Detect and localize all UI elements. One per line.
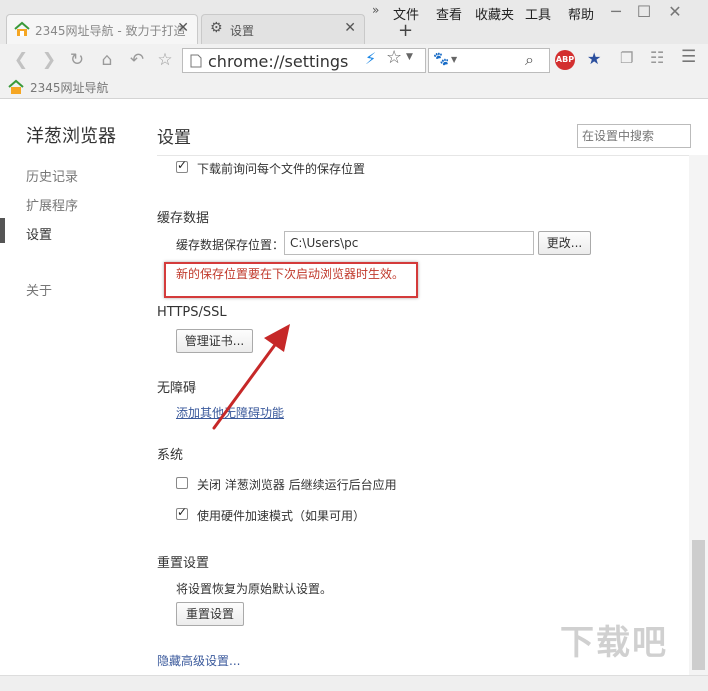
url-text: chrome://settings: [208, 52, 349, 71]
dropdown-arrow-icon[interactable]: ▼: [406, 52, 413, 62]
menu-tools[interactable]: 工具: [525, 4, 551, 23]
sidebar-item-history[interactable]: 历史记录: [26, 166, 78, 185]
vertical-scroll-thumb[interactable]: [692, 540, 705, 670]
sidebar-item-extensions[interactable]: 扩展程序: [26, 195, 78, 214]
menu-favorites[interactable]: 收藏夹: [475, 4, 514, 23]
hardware-accel-checkbox[interactable]: [176, 505, 188, 520]
page-title: 设置: [157, 128, 191, 148]
tab-label: 设置: [230, 24, 255, 38]
watermark: 下载吧: [560, 623, 668, 663]
annotation-arrow: [212, 324, 290, 430]
gear-icon: ⚙: [210, 20, 223, 36]
settings-search-input[interactable]: [578, 125, 690, 147]
active-indicator: [0, 218, 5, 243]
sidebar-item-about[interactable]: 关于: [26, 280, 52, 299]
reset-description: 将设置恢复为原始默认设置。: [176, 582, 333, 596]
reload-icon[interactable]: ↻: [66, 49, 88, 71]
hide-advanced-link[interactable]: 隐藏高级设置...: [157, 652, 240, 669]
download-ask-checkbox[interactable]: [176, 158, 188, 173]
accessibility-section-title: 无障碍: [157, 381, 197, 396]
background-apps-label: 关闭 洋葱浏览器 后继续运行后台应用: [197, 478, 397, 492]
favorite-star-icon[interactable]: ☆: [154, 49, 176, 71]
background-apps-checkbox[interactable]: [176, 477, 188, 489]
tab-label: 2345网址导航 - 致力于打造: [35, 24, 186, 38]
tab-strip: 2345网址导航 - 致力于打造 ✕ ⚙ 设置 ✕ + » 文件 查看 收藏夹 …: [0, 0, 708, 45]
adblock-icon[interactable]: ABP: [555, 50, 575, 70]
horizontal-scrollbar[interactable]: [0, 675, 708, 691]
baidu-paw-icon[interactable]: 🐾: [433, 52, 449, 67]
download-ask-label: 下载前询问每个文件的保存位置: [197, 162, 366, 176]
settings-search-box[interactable]: [577, 124, 691, 148]
search-engine-box[interactable]: 🐾 ▼ ⌕: [428, 48, 550, 73]
back-icon[interactable]: ❮: [10, 49, 32, 71]
page-icon: [190, 54, 202, 68]
reset-settings-button[interactable]: 重置设置: [176, 602, 244, 626]
cache-path-label: 缓存数据保存位置：: [176, 238, 285, 252]
house-logo-icon: [14, 21, 30, 36]
menu-file[interactable]: 文件: [393, 4, 419, 23]
bookmark-bar: 2345网址导航: [0, 76, 708, 99]
folder-star-icon[interactable]: ★: [587, 49, 601, 68]
menu-view[interactable]: 查看: [436, 4, 462, 23]
change-cache-button[interactable]: 更改...: [538, 231, 591, 255]
grid-icon[interactable]: ☷: [650, 48, 664, 67]
maximize-button[interactable]: ☐: [632, 2, 656, 21]
sidebar-item-settings[interactable]: 设置: [26, 224, 52, 243]
undo-icon[interactable]: ↶: [126, 49, 148, 71]
system-section-title: 系统: [157, 448, 184, 463]
tab-2345-navigation[interactable]: 2345网址导航 - 致力于打造 ✕: [6, 14, 198, 44]
header-divider: [157, 155, 689, 156]
new-tab-button[interactable]: +: [398, 20, 413, 41]
close-tab-icon[interactable]: ✕: [344, 20, 356, 36]
forward-icon[interactable]: ❯: [38, 49, 60, 71]
hardware-accel-label: 使用硬件加速模式（如果可用）: [197, 509, 366, 523]
cache-path-field[interactable]: C:\Users\pc: [284, 231, 534, 255]
cache-section-title: 缓存数据: [157, 211, 210, 226]
tab-settings[interactable]: ⚙ 设置 ✕: [201, 14, 365, 44]
reset-section-title: 重置设置: [157, 556, 210, 571]
browser-brand: 洋葱浏览器: [26, 126, 116, 147]
navigation-toolbar: ❮ ❯ ↻ ⌂ ↶ ☆ chrome://settings ⚡ ☆ ▼ 🐾 ▼ …: [0, 44, 708, 76]
cache-path-value: C:\Users\pc: [290, 236, 359, 250]
search-icon[interactable]: ⌕: [525, 50, 534, 70]
minimize-button[interactable]: ─: [604, 2, 628, 21]
house-logo-icon: [8, 79, 24, 94]
engine-dropdown-icon[interactable]: ▼: [451, 55, 457, 64]
cache-notice: 新的保存位置要在下次启动浏览器时生效。: [176, 267, 405, 281]
menu-icon[interactable]: ☰: [681, 47, 696, 67]
bookmark-star-icon[interactable]: ☆: [386, 47, 402, 68]
home-icon[interactable]: ⌂: [96, 49, 118, 71]
close-window-button[interactable]: ✕: [663, 2, 687, 21]
menu-expand-icon[interactable]: »: [372, 3, 379, 17]
screenshot-icon[interactable]: ❐: [620, 49, 633, 67]
menu-help[interactable]: 帮助: [568, 4, 594, 23]
lightning-icon[interactable]: ⚡: [365, 49, 376, 68]
close-tab-icon[interactable]: ✕: [177, 20, 189, 36]
bookmark-item[interactable]: 2345网址导航: [30, 79, 109, 96]
